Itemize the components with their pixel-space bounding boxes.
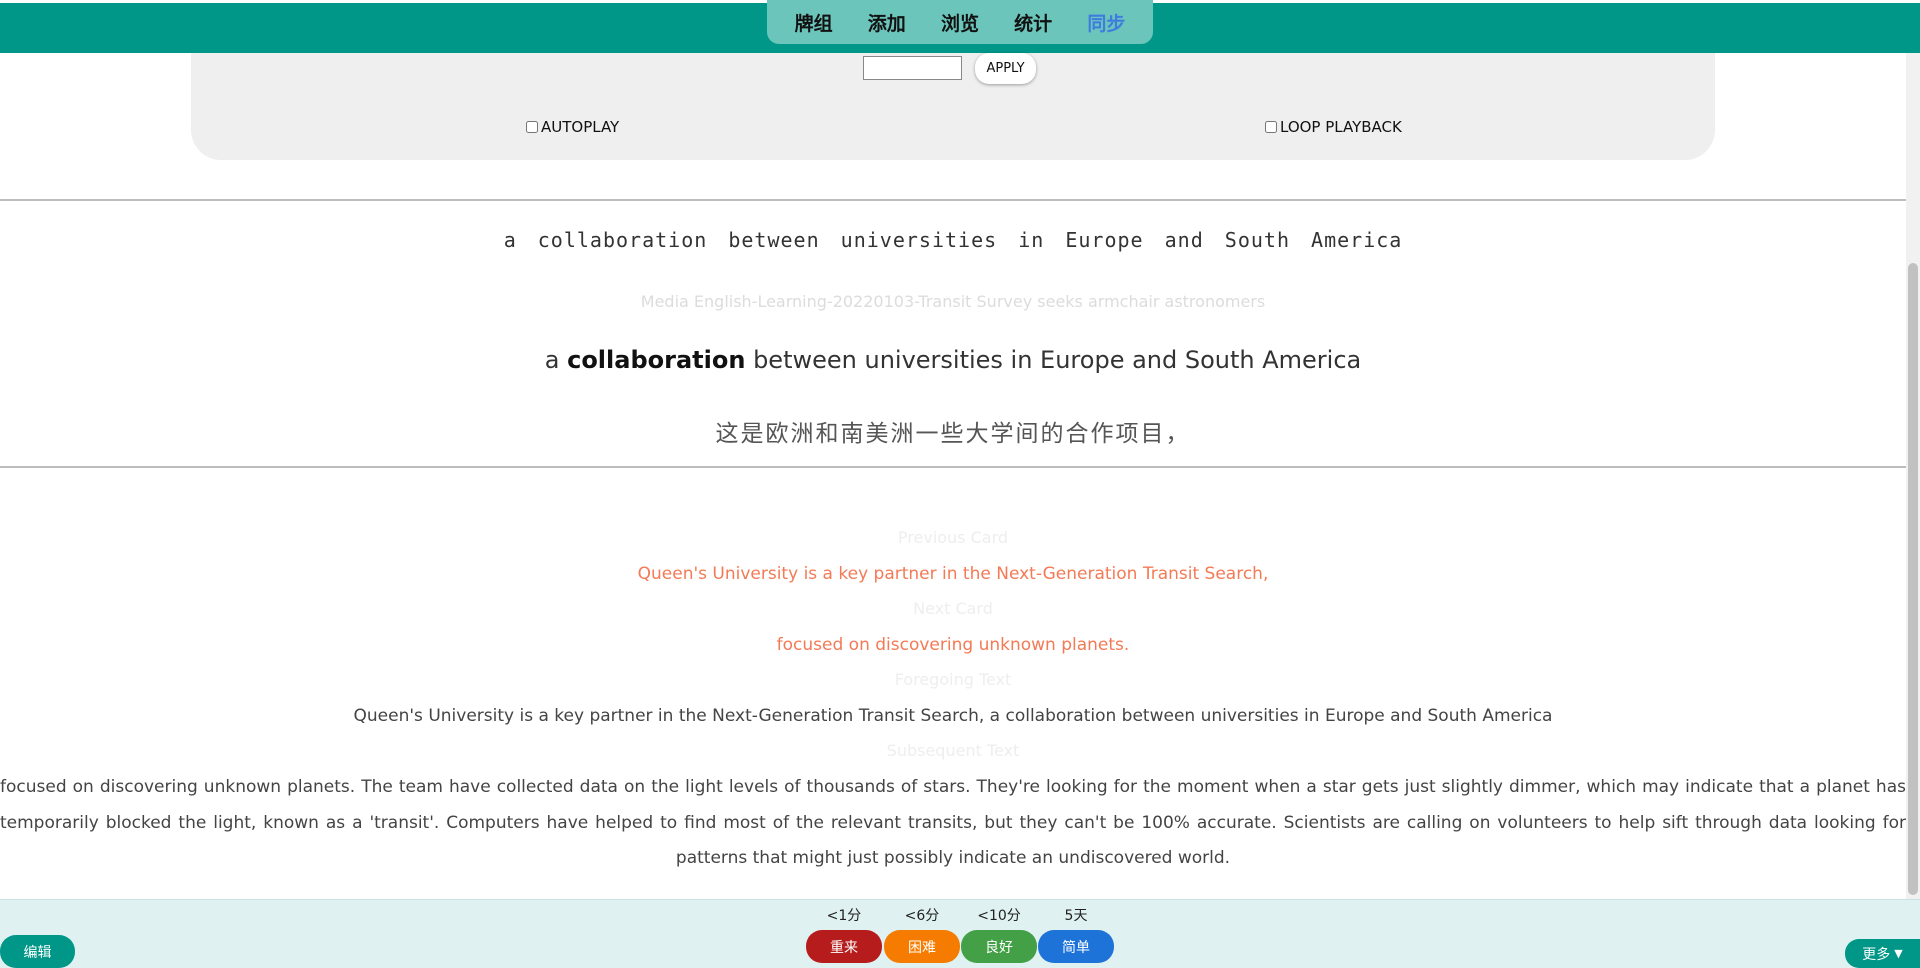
chevron-down-icon: ▼ <box>1894 947 1903 960</box>
divider-top <box>0 199 1906 201</box>
scrollbar-thumb[interactable] <box>1908 263 1918 895</box>
good-button[interactable]: 良好 <box>961 930 1037 963</box>
foregoing-text: Queen's University is a key partner in t… <box>353 706 1553 726</box>
card-source: Media English-Learning-20220103-Transit … <box>640 292 1266 311</box>
interval-easy: 5天 <box>1064 908 1088 924</box>
more-button[interactable]: 更多 ▼ <box>1845 939 1920 968</box>
foregoing-text-label: Foregoing Text <box>894 670 1012 689</box>
card-sentence-mono: a collaboration between universities in … <box>503 228 1403 252</box>
hard-button[interactable]: 困难 <box>884 930 960 963</box>
easy-button[interactable]: 简单 <box>1038 930 1114 963</box>
previous-card-label: Previous Card <box>897 528 1009 547</box>
card-translation: 这是欧洲和南美洲一些大学间的合作项目， <box>715 421 1191 447</box>
next-card-label: Next Card <box>913 599 993 618</box>
again-button[interactable]: 重来 <box>806 930 882 963</box>
interval-again: <1分 <box>826 908 862 924</box>
apply-value-input[interactable] <box>863 56 962 80</box>
tab-add[interactable]: 添加 <box>862 9 912 36</box>
loop-playback-label: LOOP PLAYBACK <box>1280 118 1402 136</box>
sentence-keyword: collaboration <box>567 346 746 374</box>
answer-bar <box>0 899 1920 968</box>
card-sentence: a collaboration between universities in … <box>0 346 1906 374</box>
tab-stats[interactable]: 统计 <box>1008 9 1058 36</box>
subsequent-text-label: Subsequent Text <box>886 741 1020 760</box>
tab-decks[interactable]: 牌组 <box>789 9 839 36</box>
tab-bar: 牌组 添加 浏览 统计 同步 <box>767 0 1153 44</box>
sentence-before: a <box>544 346 568 374</box>
apply-button[interactable]: APPLY <box>975 53 1036 84</box>
autoplay-checkbox[interactable] <box>526 121 538 133</box>
autoplay-label: AUTOPLAY <box>541 118 620 136</box>
more-label: 更多 <box>1862 946 1891 963</box>
loop-playback-checkbox[interactable] <box>1265 121 1277 133</box>
loop-playback-checkbox-label[interactable]: LOOP PLAYBACK <box>1265 118 1402 136</box>
tab-sync[interactable]: 同步 <box>1081 9 1131 36</box>
tab-browse[interactable]: 浏览 <box>935 9 985 36</box>
interval-good: <10分 <box>977 908 1021 924</box>
next-card-text[interactable]: focused on discovering unknown planets. <box>0 635 1906 655</box>
edit-button[interactable]: 编辑 <box>0 935 75 968</box>
subsequent-text: focused on discovering unknown planets. … <box>0 777 1906 868</box>
divider-bottom <box>0 466 1906 468</box>
autoplay-checkbox-label[interactable]: AUTOPLAY <box>526 118 619 136</box>
sentence-after: between universities in Europe and South… <box>745 346 1362 374</box>
previous-card-text[interactable]: Queen's University is a key partner in t… <box>0 564 1906 584</box>
interval-hard: <6分 <box>904 908 940 924</box>
vertical-scrollbar[interactable] <box>1906 53 1920 899</box>
